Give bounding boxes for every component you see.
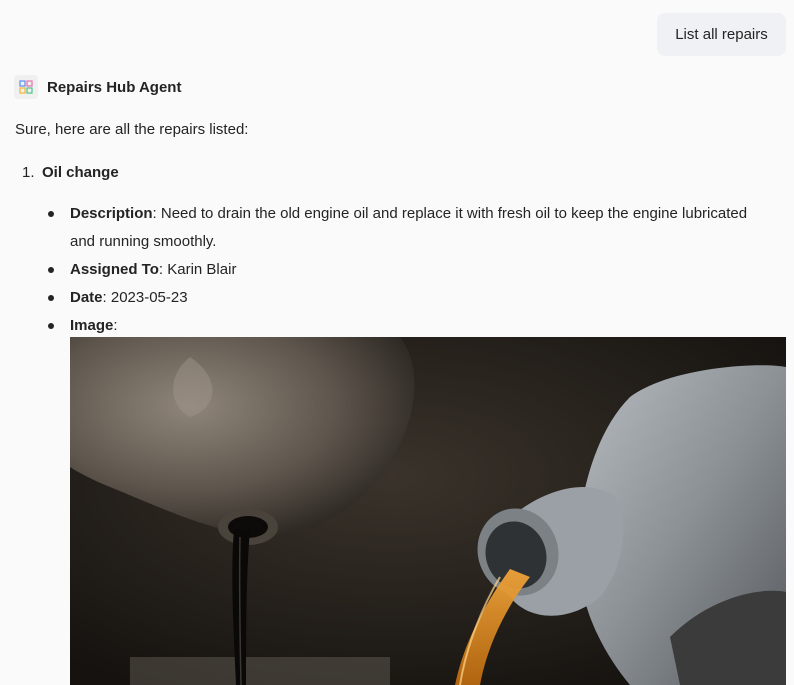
bullet-dot: [48, 295, 54, 301]
assigned-to-value: Karin Blair: [163, 261, 237, 278]
description-label: Description: [70, 205, 153, 222]
repair-item-number: 1.: [22, 164, 35, 181]
date-label: Date: [70, 289, 103, 306]
bullet-dot: [48, 267, 54, 273]
bullet-dot: [48, 211, 54, 217]
date-value: 2023-05-23: [106, 289, 188, 306]
description-value: Need to drain the old engine oil and rep…: [70, 205, 748, 250]
bullet-dot: [48, 323, 54, 329]
agent-name: Repairs Hub Agent: [47, 78, 182, 96]
detail-assigned-to: Assigned To: Karin Blair: [48, 256, 748, 284]
user-message-bubble: List all repairs: [657, 13, 786, 56]
agent-header: Repairs Hub Agent: [14, 75, 181, 99]
app-grid-icon: [14, 75, 38, 99]
oil-change-illustration: [70, 337, 786, 685]
image-separator: :: [113, 317, 118, 334]
repair-item-details: Description: Need to drain the old engin…: [48, 200, 748, 340]
repair-item-heading: 1. Oil change: [22, 162, 119, 184]
user-message-text: List all repairs: [675, 26, 768, 43]
response-intro: Sure, here are all the repairs listed:: [15, 121, 249, 138]
repair-photo[interactable]: [70, 337, 786, 685]
assigned-to-label: Assigned To: [70, 261, 159, 278]
detail-description: Description: Need to drain the old engin…: [48, 200, 748, 256]
repair-item-title: Oil change: [42, 164, 119, 181]
detail-date: Date: 2023-05-23: [48, 284, 748, 312]
image-label: Image: [70, 317, 114, 334]
detail-image: Image:: [48, 312, 748, 340]
